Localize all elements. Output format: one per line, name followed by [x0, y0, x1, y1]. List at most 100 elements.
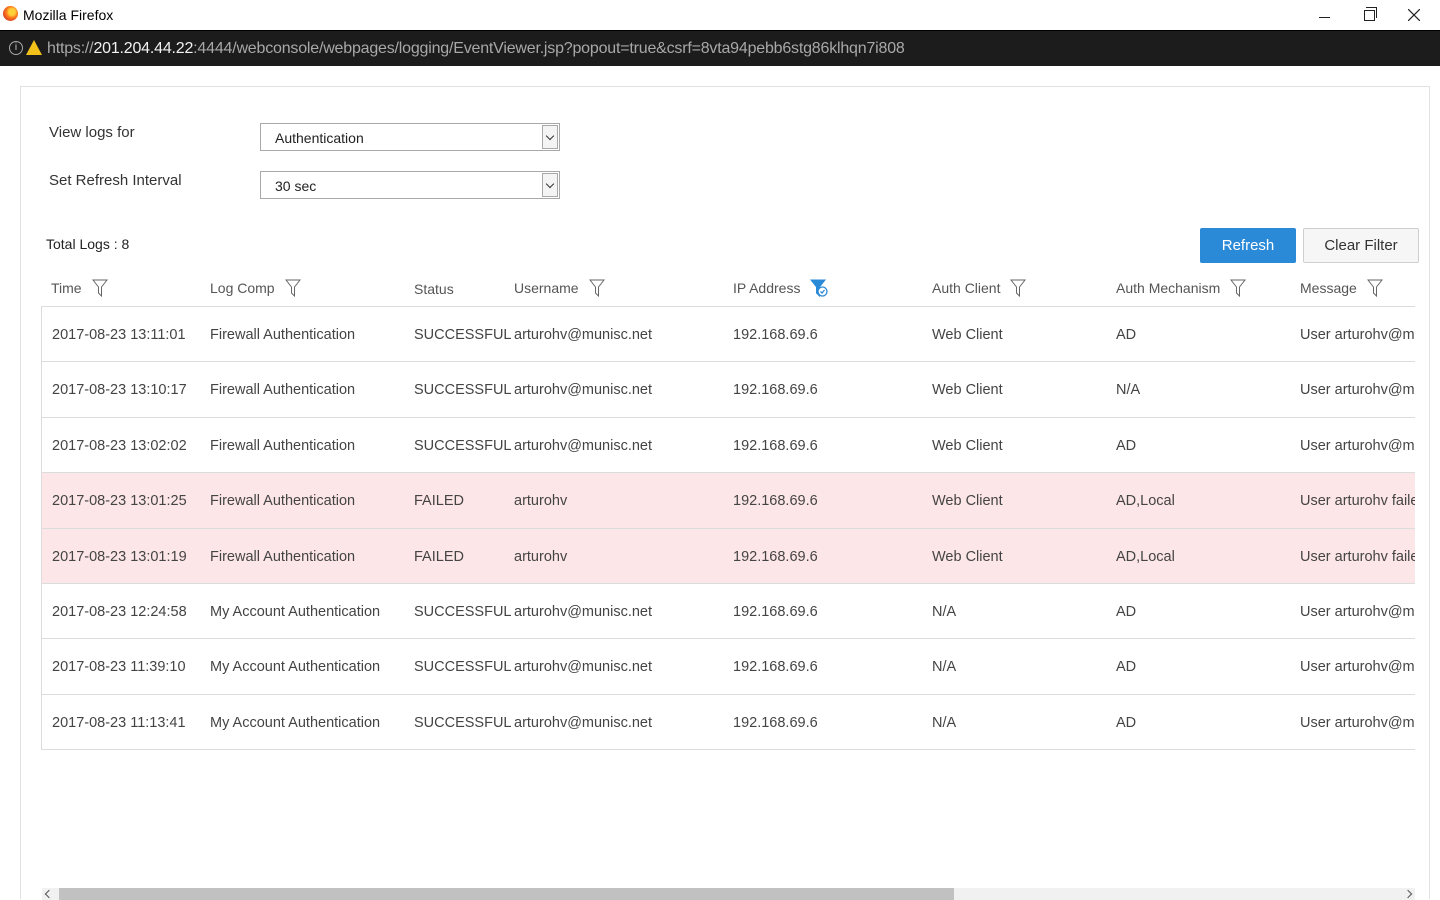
cell-username: arturohv@munisc.net — [514, 327, 653, 343]
address-bar[interactable]: i https://201.204.44.22:4444/webconsole/… — [0, 30, 1440, 66]
filter-funnel-icon[interactable] — [1010, 279, 1027, 297]
cell-auth-mechanism: AD — [1116, 437, 1137, 454]
col-header-label: Time — [51, 280, 82, 296]
table-row[interactable]: 2017-08-23 11:39:10 My Account Authentica… — [42, 639, 1415, 695]
cell-log-comp: Firewall Authentication — [210, 382, 356, 399]
filter-funnel-icon[interactable] — [91, 279, 108, 297]
cell-log-comp: My Account Authentication — [210, 603, 381, 620]
filter-funnel-icon[interactable] — [588, 279, 605, 297]
cell-message: User arturohv@mu — [1300, 437, 1415, 454]
event-viewer-panel: View logs for Authentication Set Refresh… — [20, 86, 1430, 900]
col-header-auth-client[interactable]: Auth Client — [932, 279, 1027, 297]
col-header-message[interactable]: Message — [1300, 279, 1383, 297]
cell-status: FAILED — [414, 548, 464, 565]
total-logs-count: Total Logs : 8 — [46, 236, 130, 252]
refresh-interval-value: 30 sec — [275, 178, 317, 194]
cell-time: 2017-08-23 12:24:58 — [52, 603, 187, 620]
cell-username: arturohv@munisc.net — [514, 382, 653, 399]
refresh-interval-select[interactable]: 30 sec — [260, 171, 560, 199]
cell-auth-mechanism: AD,Local — [1116, 493, 1175, 510]
cell-log-comp: Firewall Authentication — [210, 548, 356, 565]
close-button[interactable] — [1391, 0, 1437, 30]
restore-icon — [1363, 6, 1377, 21]
url-prefix: https:// — [47, 40, 94, 57]
cell-time: 2017-08-23 11:13:41 — [52, 714, 186, 731]
table-row[interactable]: 2017-08-23 13:01:25 Firewall Authenticati… — [42, 473, 1415, 529]
col-header-auth-mechanism[interactable]: Auth Mechanism — [1116, 279, 1247, 297]
url-text[interactable]: https://201.204.44.22:4444/webconsole/we… — [47, 40, 905, 58]
filter-funnel-icon[interactable] — [1230, 279, 1247, 297]
table-row[interactable]: 2017-08-23 13:11:01 Firewall Authenticati… — [42, 307, 1415, 363]
clear-filter-button[interactable]: Clear Filter — [1303, 228, 1419, 263]
cell-message: User arturohv@mu — [1300, 327, 1415, 343]
cell-ip-address: 192.168.69.6 — [733, 603, 818, 620]
scrollbar-thumb[interactable] — [59, 888, 954, 900]
cell-message: User arturohv@mu — [1300, 382, 1415, 399]
insecure-lock-icon[interactable] — [26, 40, 42, 55]
cell-log-comp: My Account Authentication — [210, 659, 381, 676]
cell-ip-address: 192.168.69.6 — [733, 493, 818, 510]
cell-time: 2017-08-23 13:02:02 — [52, 437, 187, 454]
cell-time: 2017-08-23 13:01:19 — [52, 548, 187, 565]
view-logs-select[interactable]: Authentication — [260, 123, 560, 151]
cell-username: arturohv@munisc.net — [514, 714, 653, 731]
cell-auth-client: N/A — [932, 603, 957, 620]
cell-status: SUCCESSFUL — [414, 382, 512, 399]
window-title: Mozilla Firefox — [23, 7, 114, 23]
refresh-button[interactable]: Refresh — [1200, 228, 1296, 263]
cell-status: SUCCESSFUL — [414, 659, 512, 676]
chevron-down-icon[interactable] — [542, 125, 558, 149]
cell-log-comp: Firewall Authentication — [210, 493, 356, 510]
col-header-status: Status — [414, 281, 454, 297]
minimize-button[interactable] — [1301, 0, 1347, 30]
filter-active-icon[interactable] — [810, 279, 829, 297]
minimize-icon — [1318, 16, 1330, 18]
table-row[interactable]: 2017-08-23 13:10:17 Firewall Authenticati… — [42, 362, 1415, 418]
cell-auth-client: Web Client — [932, 437, 1003, 454]
col-header-label: Message — [1300, 280, 1357, 296]
horizontal-scrollbar[interactable] — [42, 888, 1415, 900]
chevron-down-icon[interactable] — [542, 173, 558, 197]
cell-status: SUCCESSFUL — [414, 603, 512, 620]
table-row[interactable]: 2017-08-23 12:24:58 My Account Authentica… — [42, 584, 1415, 640]
url-path: :4444/webconsole/webpages/logging/EventV… — [193, 40, 905, 57]
cell-auth-mechanism: AD — [1116, 659, 1137, 676]
cell-username: arturohv@munisc.net — [514, 437, 653, 454]
col-header-label: Auth Mechanism — [1116, 280, 1221, 296]
cell-username: arturohv — [514, 548, 568, 565]
col-header-username[interactable]: Username — [514, 279, 605, 297]
restore-button[interactable] — [1346, 0, 1392, 30]
col-header-label: Status — [414, 281, 454, 297]
logs-table: Time Log Comp Status Username IP Address… — [41, 267, 1415, 752]
filter-funnel-icon[interactable] — [1366, 279, 1383, 297]
col-header-label: Username — [514, 280, 579, 296]
table-row[interactable]: 2017-08-23 13:02:02 Firewall Authenticati… — [42, 418, 1415, 474]
cell-log-comp: Firewall Authentication — [210, 437, 356, 454]
table-row[interactable]: 2017-08-23 13:01:19 Firewall Authenticati… — [42, 528, 1415, 584]
cell-time: 2017-08-23 13:01:25 — [52, 493, 187, 510]
cell-message: User arturohv@mu — [1300, 603, 1415, 620]
col-header-log-comp[interactable]: Log Comp — [210, 279, 301, 297]
scroll-left-icon[interactable] — [44, 889, 54, 899]
cell-time: 2017-08-23 11:39:10 — [52, 659, 186, 676]
scroll-right-icon[interactable] — [1403, 889, 1413, 899]
close-icon — [1408, 9, 1420, 21]
firefox-logo-icon — [3, 6, 18, 21]
cell-auth-client: Web Client — [932, 382, 1003, 399]
cell-log-comp: My Account Authentication — [210, 714, 381, 731]
col-header-ip-address[interactable]: IP Address — [733, 279, 829, 297]
cell-time: 2017-08-23 13:11:01 — [52, 327, 186, 343]
cell-auth-mechanism: AD — [1116, 603, 1137, 620]
view-logs-label: View logs for — [49, 124, 135, 141]
cell-auth-mechanism: AD,Local — [1116, 548, 1175, 565]
cell-auth-mechanism: AD — [1116, 327, 1137, 343]
filter-funnel-icon[interactable] — [284, 279, 301, 297]
table-row[interactable]: 2017-08-23 11:13:41 My Account Authentica… — [42, 695, 1415, 751]
col-header-time[interactable]: Time — [51, 279, 108, 297]
cell-auth-client: Web Client — [932, 493, 1003, 510]
cell-message: User arturohv failed — [1300, 493, 1415, 510]
cell-time: 2017-08-23 13:10:17 — [52, 382, 187, 399]
cell-status: FAILED — [414, 493, 464, 510]
window-titlebar: Mozilla Firefox — [0, 0, 1440, 30]
info-icon[interactable]: i — [9, 41, 23, 55]
